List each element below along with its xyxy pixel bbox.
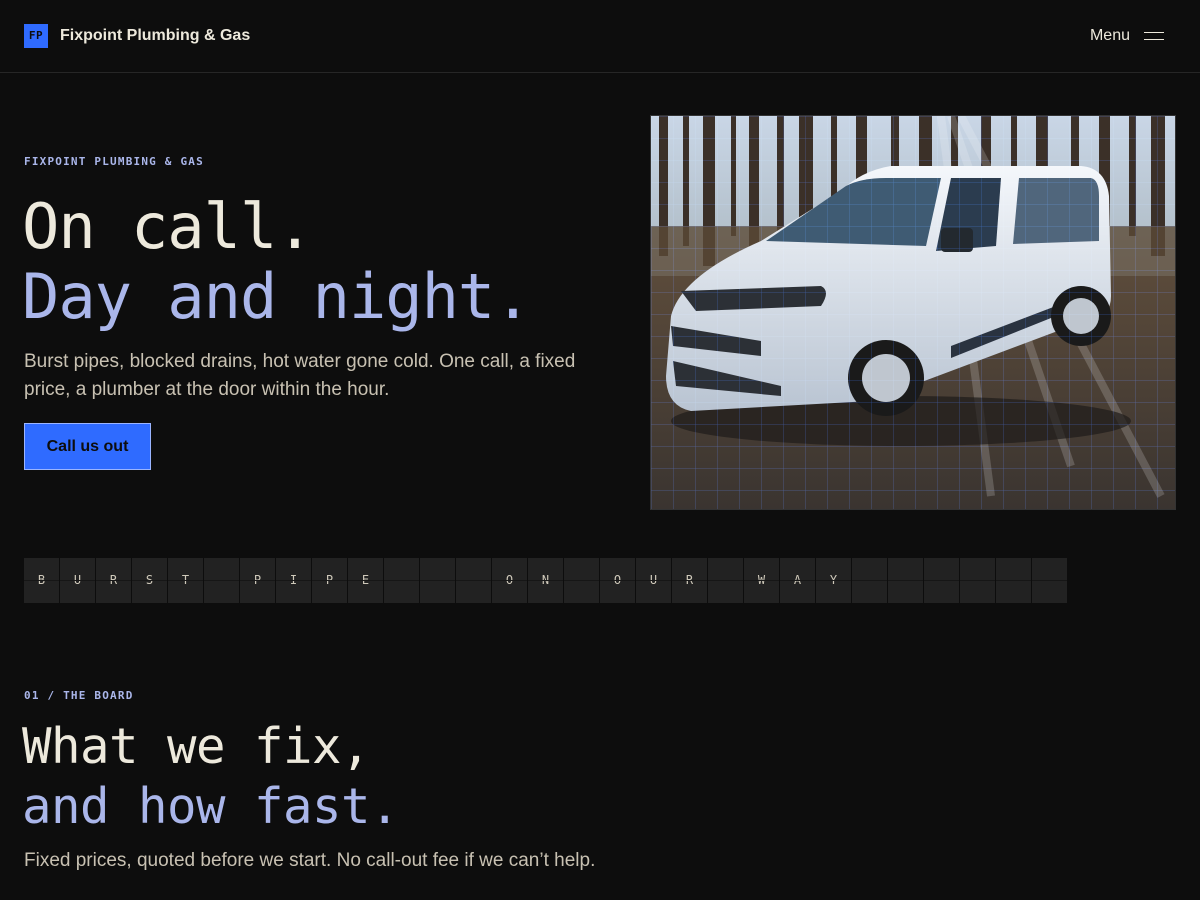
flap-cell: Y [816, 558, 851, 603]
section-title: What we fix, and how fast. [22, 717, 400, 837]
menu-button[interactable]: Menu [1090, 24, 1164, 48]
flap-cell: O [492, 558, 527, 603]
flap-cell: I [276, 558, 311, 603]
flap-cell [888, 558, 923, 603]
van-photo [650, 115, 1176, 510]
flap-cell: T [168, 558, 203, 603]
hero-eyebrow: FIXPOINT PLUMBING & GAS [24, 155, 204, 168]
flap-cell: U [636, 558, 671, 603]
section-eyebrow: 01 / THE BOARD [24, 689, 134, 702]
flap-cell [1032, 558, 1067, 603]
hero-subtitle: Burst pipes, blocked drains, hot water g… [24, 351, 576, 400]
section-title-line-2: and how fast. [22, 778, 400, 835]
flap-cell: W [744, 558, 779, 603]
hero-title-line-1: On call. [22, 190, 314, 263]
photo-grid-overlay [651, 116, 1175, 509]
section-title-line-1: What we fix, [22, 718, 371, 775]
hero-title: On call. Day and night. [22, 190, 532, 333]
flap-cell: U [60, 558, 95, 603]
hero-title-line-2: Day and night. [22, 260, 532, 333]
flap-cell: B [24, 558, 59, 603]
flap-cell [924, 558, 959, 603]
flap-board: B U R S T P I P E – O N O U R W A Y [24, 558, 1067, 603]
flap-cell [456, 558, 491, 603]
flap-cell [708, 558, 743, 603]
brand-name[interactable]: Fixpoint Plumbing & Gas [60, 26, 250, 46]
flap-cell: E [348, 558, 383, 603]
flap-cell: A [780, 558, 815, 603]
flap-cell: P [240, 558, 275, 603]
flap-cell: S [132, 558, 167, 603]
section-subtitle: Fixed prices, quoted before we start. No… [24, 850, 596, 871]
menu-label: Menu [1089, 27, 1130, 44]
flap-cell: R [96, 558, 131, 603]
flap-cell: O [600, 558, 635, 603]
flap-cell [852, 558, 887, 603]
hamburger-icon [1144, 31, 1164, 41]
site-header: FP Fixpoint Plumbing & Gas Menu [0, 0, 1200, 73]
logo-icon[interactable]: FP [24, 24, 48, 48]
flap-cell [204, 558, 239, 603]
flap-cell [996, 558, 1031, 603]
flap-cell: – [420, 558, 455, 603]
flap-cell: N [528, 558, 563, 603]
flap-cell [960, 558, 995, 603]
flap-cell: P [312, 558, 347, 603]
flap-cell [564, 558, 599, 603]
flap-cell: R [672, 558, 707, 603]
flap-cell [384, 558, 419, 603]
call-us-out-button[interactable]: Call us out [24, 423, 151, 470]
